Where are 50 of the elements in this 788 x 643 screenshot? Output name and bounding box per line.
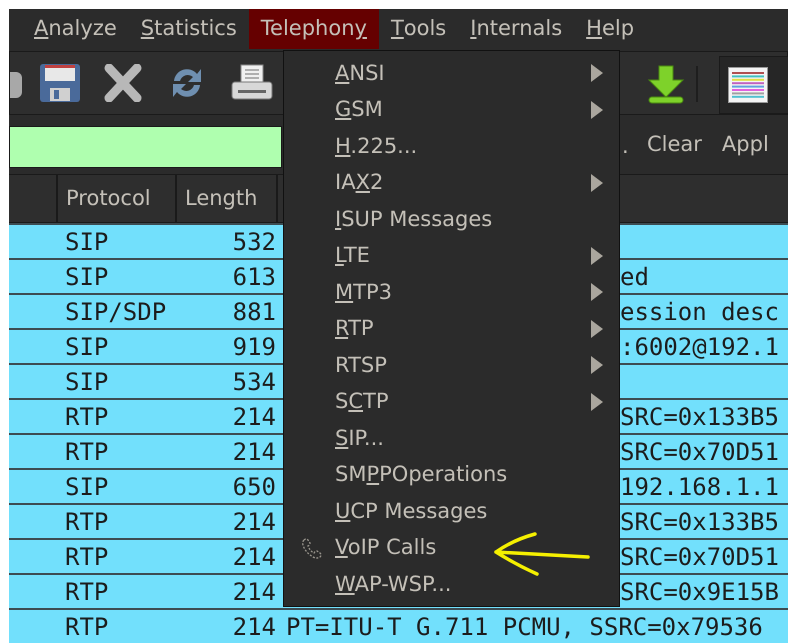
- table-cell-text: SRC=0x70D51: [620, 542, 779, 572]
- table-cell-text: SIP: [64, 226, 110, 258]
- table-cell-text: SRC=0x133B5: [620, 402, 779, 432]
- table-cell-text: 214: [232, 612, 277, 642]
- table-cell-text: 881: [232, 296, 277, 328]
- filter-text: .: [622, 133, 629, 160]
- menu-item-label: RTP: [335, 315, 374, 342]
- table-cell-text: RTP: [64, 576, 110, 608]
- menu-item-label: ANSI: [335, 60, 385, 86]
- menu-item-label: VoIP Calls: [335, 534, 436, 561]
- menu-item-label: SIP...: [335, 424, 384, 452]
- menu-item-label: WAP-WSP...: [335, 570, 452, 598]
- menu-item-label: RTSP: [335, 352, 387, 378]
- table-cell-text: 214: [232, 506, 277, 538]
- table-cell-text: RTP: [64, 542, 110, 572]
- table-cell-text: SRC=0x133B5: [620, 506, 779, 538]
- table-cell-text: RTP: [64, 506, 110, 538]
- menu-item-label: MTP3: [335, 278, 392, 306]
- table-cell-text: RTP: [64, 402, 110, 432]
- table-cell-text: PT=ITU-T G.711 PCMU, SSRC=0x79536: [285, 612, 763, 642]
- table-cell-text: SRC=0x70D51: [620, 436, 779, 468]
- menu-item-label: LTE: [335, 242, 370, 269]
- table-cell-text: 650: [232, 472, 277, 502]
- table-cell-text: SIP: [64, 472, 110, 502]
- menu-item-label: GSM: [335, 96, 383, 123]
- menu-item-label: IAX2: [335, 169, 384, 196]
- menu-item-label: H.225...: [335, 132, 418, 160]
- table-cell-text: RTP: [64, 436, 110, 468]
- table-cell-text: RTP: [64, 612, 110, 642]
- table-cell-text: 214: [232, 436, 277, 468]
- table-cell-text: 534: [232, 366, 277, 398]
- menu-item-label: SMPPOperations: [335, 461, 508, 488]
- menu-item-label: SCTP: [335, 388, 389, 415]
- table-cell-text: 192.168.1.1: [620, 472, 779, 502]
- table-cell-text: 532: [232, 226, 277, 258]
- menu-item-label: UCP Messages: [335, 498, 488, 524]
- table-cell-text: 214: [232, 542, 277, 572]
- table-cell-text: 613: [232, 262, 277, 292]
- table-cell-text: SIP/SDP: [64, 296, 168, 328]
- table-cell-text: SIP: [64, 332, 110, 362]
- table-cell-text: 919: [232, 332, 277, 362]
- table-cell-text: SRC=0x9E15B: [620, 576, 779, 608]
- table-cell-text: :6002@192.1: [620, 332, 779, 362]
- table-cell-text: 214: [232, 576, 277, 608]
- table-cell-text: SIP: [64, 366, 110, 398]
- table-cell-text: ession desc: [620, 296, 779, 328]
- table-cell-text: 214: [232, 402, 277, 432]
- table-cell-text: SIP: [64, 262, 110, 292]
- menu-item-label: ISUP Messages: [335, 206, 492, 232]
- table-cell-text: ed: [620, 262, 649, 292]
